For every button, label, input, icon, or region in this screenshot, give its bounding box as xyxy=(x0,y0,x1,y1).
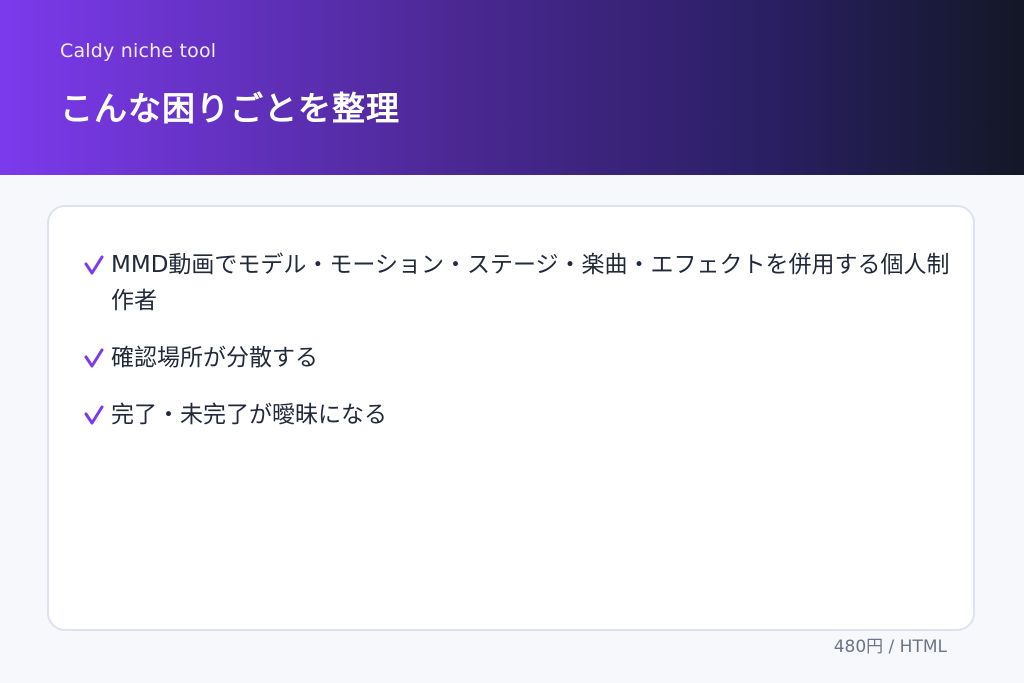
list-item: 完了・未完了が曖昧になる xyxy=(83,397,968,433)
check-icon xyxy=(84,405,104,425)
header-banner: Caldy niche tool こんな困りごとを整理 xyxy=(0,0,1024,175)
check-icon xyxy=(84,348,104,368)
page-title: こんな困りごとを整理 xyxy=(60,89,400,128)
list-item: MMD動画でモデル・モーション・ステージ・楽曲・エフェクトを併用する個人制作者 xyxy=(83,247,968,319)
list-item: 確認場所が分散する xyxy=(83,340,968,376)
problem-card: MMD動画でモデル・モーション・ステージ・楽曲・エフェクトを併用する個人制作者 … xyxy=(47,205,975,631)
list-item-text: 確認場所が分散する xyxy=(111,345,318,371)
problem-list: MMD動画でモデル・モーション・ステージ・楽曲・エフェクトを併用する個人制作者 … xyxy=(83,247,968,454)
app-subtitle: Caldy niche tool xyxy=(60,40,217,62)
list-item-text: MMD動画でモデル・モーション・ステージ・楽曲・エフェクトを併用する個人制作者 xyxy=(111,252,950,314)
price-label: 480円 / HTML xyxy=(833,637,947,657)
check-icon xyxy=(84,255,104,275)
list-item-text: 完了・未完了が曖昧になる xyxy=(111,402,387,428)
